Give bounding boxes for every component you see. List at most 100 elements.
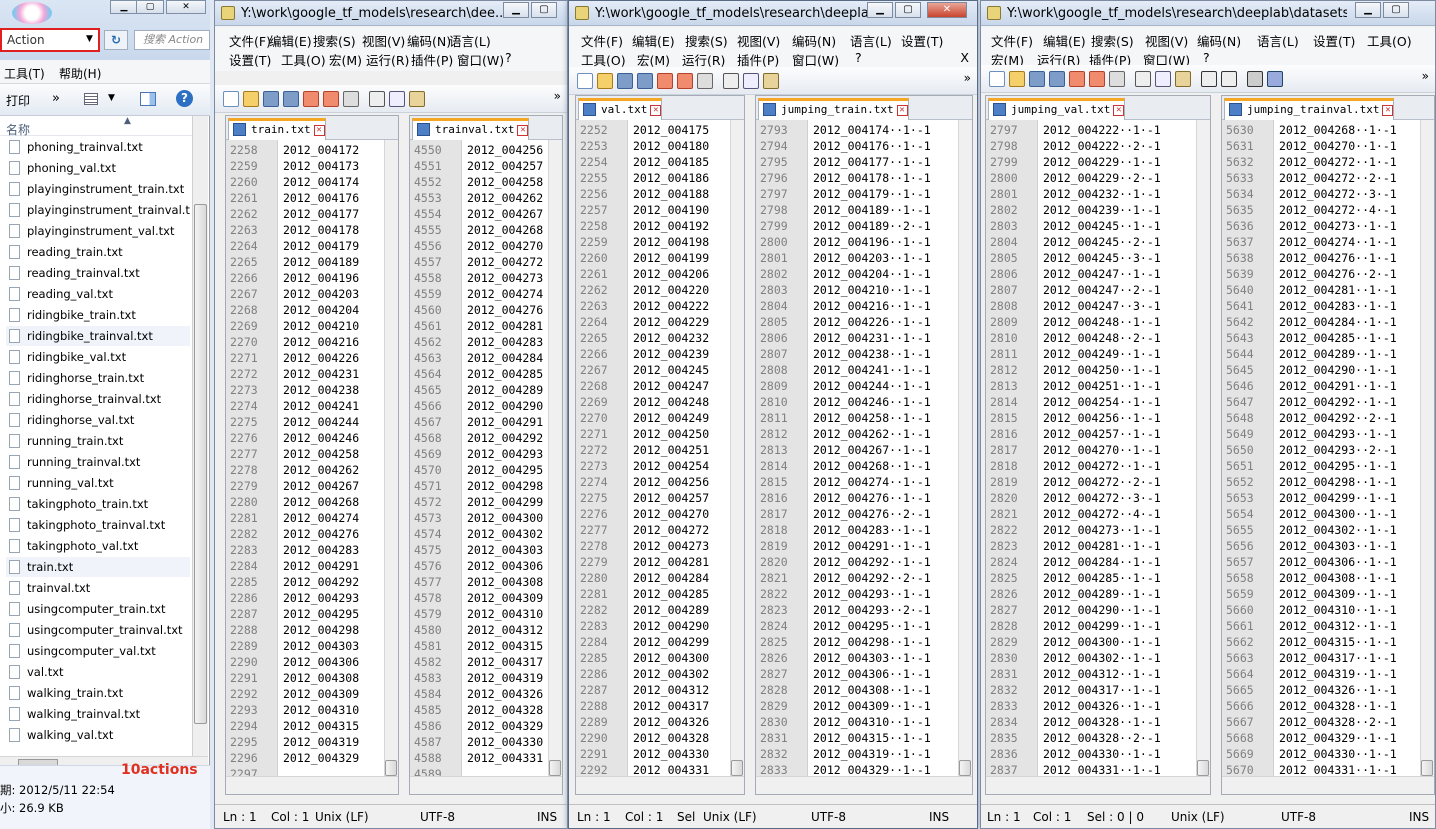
windows-orb-icon[interactable] [12, 2, 52, 24]
menu-item[interactable]: ? [505, 50, 512, 65]
tab-close-icon[interactable]: ✕ [650, 104, 662, 116]
list-item[interactable]: running_val.txt [6, 473, 190, 493]
menu-item[interactable]: 语言(L) [1257, 31, 1299, 50]
list-item[interactable]: walking_trainval.txt [6, 704, 190, 724]
list-item[interactable]: reading_trainval.txt [6, 263, 190, 283]
document-tab[interactable]: trainval.txt ✕ [412, 118, 530, 140]
open-file-icon[interactable] [1009, 71, 1025, 87]
menu-item[interactable]: ? [1203, 50, 1210, 65]
maximize-button[interactable]: ▢ [531, 2, 557, 18]
list-item[interactable]: val.txt [6, 662, 190, 682]
list-item[interactable]: ridinghorse_trainval.txt [6, 389, 190, 409]
menu-item[interactable]: 视图(V) [737, 31, 780, 50]
paste-icon[interactable] [409, 91, 425, 107]
replace-icon[interactable] [1267, 71, 1283, 87]
list-item[interactable]: ridinghorse_train.txt [6, 368, 190, 388]
text-area[interactable]: 5630 2012_004268··1·-1 5631 2012_004270··1·… [1222, 120, 1420, 776]
minimize-button[interactable]: ▁ [1355, 2, 1381, 18]
list-item[interactable]: trainval.txt [6, 578, 190, 598]
list-item[interactable]: playinginstrument_train.txt [6, 179, 190, 199]
copy-icon[interactable] [1155, 71, 1171, 87]
horizontal-scrollbar[interactable] [226, 776, 398, 794]
menu-item[interactable]: 编码(N) [1197, 31, 1241, 50]
vertical-scrollbar[interactable] [958, 120, 972, 776]
save-all-icon[interactable] [637, 73, 653, 89]
menu-item[interactable]: 编辑(E) [269, 31, 312, 50]
save-all-icon[interactable] [283, 91, 299, 107]
maximize-button[interactable]: ▢ [895, 2, 921, 18]
document-tab[interactable]: jumping_trainval.txt ✕ [1224, 98, 1395, 120]
menu-item[interactable]: 编辑(E) [1043, 31, 1086, 50]
list-item[interactable]: ridingbike_train.txt [6, 305, 190, 325]
more-tools-button[interactable]: » [964, 71, 971, 85]
list-item[interactable]: walking_val.txt [6, 725, 190, 745]
close-button[interactable]: ✕ [927, 2, 967, 18]
paste-icon[interactable] [763, 73, 779, 89]
vertical-scrollbar[interactable] [1420, 120, 1434, 776]
menu-item[interactable]: 视图(V) [362, 31, 405, 50]
new-file-icon[interactable] [223, 91, 239, 107]
menu-item[interactable]: 编辑(E) [632, 31, 675, 50]
print-icon[interactable] [697, 73, 713, 89]
list-item[interactable]: takingphoto_train.txt [6, 494, 190, 514]
menu-item[interactable]: 编码(N) [407, 31, 451, 50]
list-item[interactable]: train.txt [6, 557, 190, 577]
list-item[interactable]: walking_train.txt [6, 683, 190, 703]
chevron-down-icon[interactable]: ▼ [86, 34, 93, 44]
menu-item[interactable]: 工具(O) [281, 50, 326, 69]
list-item[interactable]: usingcomputer_val.txt [6, 641, 190, 661]
text-area[interactable]: 2797 2012_004222··1·-1 2798 2012_004222··2·… [986, 120, 1196, 776]
more-button[interactable]: » [52, 91, 60, 106]
redo-icon[interactable] [1221, 71, 1237, 87]
save-icon[interactable] [1029, 71, 1045, 87]
menu-item[interactable]: 视图(V) [1145, 31, 1188, 50]
document-tab[interactable]: jumping_val.txt ✕ [988, 98, 1126, 120]
tab-close-icon[interactable]: ✕ [517, 124, 529, 136]
address-input[interactable]: Action [0, 28, 100, 52]
vertical-scrollbar[interactable] [730, 120, 744, 776]
print-button[interactable]: 打印 [6, 92, 30, 109]
print-icon[interactable] [343, 91, 359, 107]
text-area[interactable]: 4550 2012_004256 4551 2012_004257 4552 2012_0… [410, 140, 548, 776]
explorer-scrollbar[interactable] [192, 116, 208, 756]
print-icon[interactable] [1109, 71, 1125, 87]
maximize-button[interactable]: ▢ [1383, 2, 1409, 18]
cut-icon[interactable] [369, 91, 385, 107]
minimize-button[interactable]: ▁ [867, 2, 893, 18]
menu-help[interactable]: 帮助(H) [59, 65, 101, 82]
list-item[interactable]: phoning_trainval.txt [6, 137, 190, 157]
list-item[interactable]: usingcomputer_trainval.txt [6, 620, 190, 640]
menu-item[interactable]: 文件(F) [229, 31, 271, 50]
document-tab[interactable]: train.txt ✕ [228, 118, 326, 140]
list-item[interactable]: phoning_val.txt [6, 158, 190, 178]
list-item[interactable]: playinginstrument_trainval.txt [6, 200, 190, 220]
menu-item[interactable]: 语言(L) [850, 31, 892, 50]
menu-item[interactable]: 宏(M) [329, 50, 362, 69]
menu-item[interactable]: 搜索(S) [1091, 31, 1134, 50]
scrollbar-thumb[interactable] [1421, 760, 1433, 776]
minimize-button[interactable]: ▁ [110, 0, 138, 14]
vertical-scrollbar[interactable] [384, 140, 398, 776]
tab-close-icon[interactable]: ✕ [313, 124, 325, 136]
preview-pane-icon[interactable] [140, 92, 156, 106]
search-input[interactable]: 搜索 Action [134, 30, 210, 50]
text-area[interactable]: 2258 2012_004172 2259 2012_004173 2260 2012_0… [226, 140, 384, 776]
menu-item[interactable]: ? [855, 50, 862, 65]
find-icon[interactable] [1247, 71, 1263, 87]
horizontal-scrollbar[interactable] [576, 776, 744, 794]
paste-icon[interactable] [1175, 71, 1191, 87]
more-tools-button[interactable]: » [554, 89, 561, 103]
list-item[interactable]: ridingbike_val.txt [6, 347, 190, 367]
cut-icon[interactable] [1135, 71, 1151, 87]
menu-item[interactable]: 设置(T) [229, 50, 271, 69]
list-item[interactable]: takingphoto_trainval.txt [6, 515, 190, 535]
refresh-icon[interactable]: ↻ [104, 30, 128, 50]
list-item[interactable]: playinginstrument_val.txt [6, 221, 190, 241]
new-file-icon[interactable] [989, 71, 1005, 87]
tab-close-icon[interactable]: ✕ [1382, 104, 1394, 116]
chevron-down-icon[interactable]: ▼ [108, 93, 115, 103]
maximize-button[interactable]: ▢ [136, 0, 164, 14]
copy-icon[interactable] [743, 73, 759, 89]
menu-tools[interactable]: 工具(T) [4, 65, 45, 82]
cut-icon[interactable] [723, 73, 739, 89]
